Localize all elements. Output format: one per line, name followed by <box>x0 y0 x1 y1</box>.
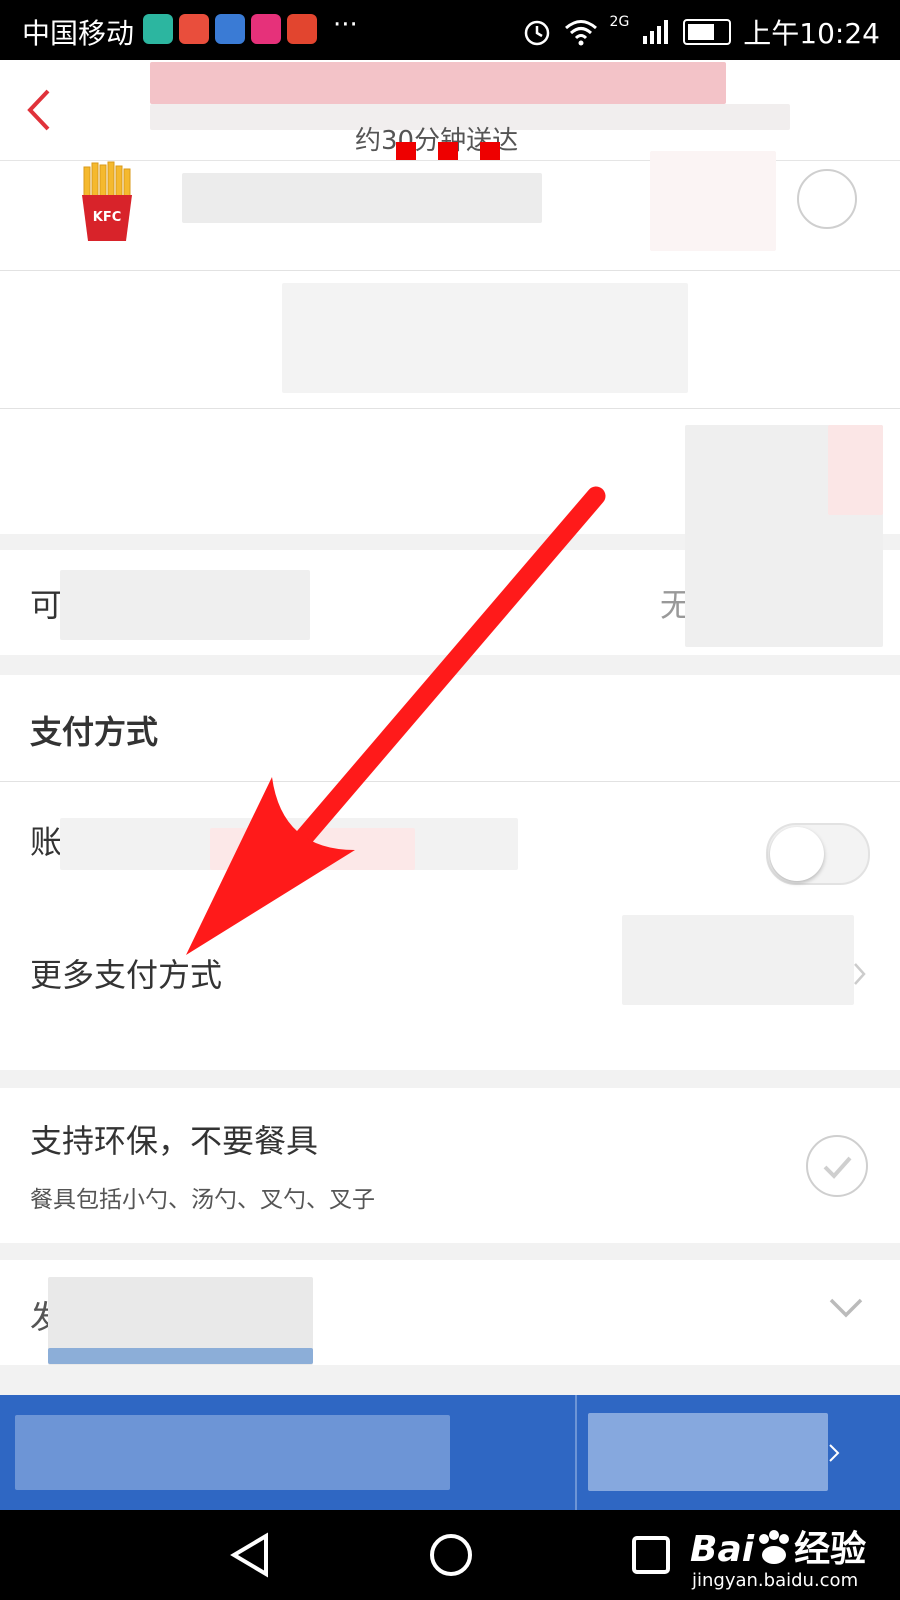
account-balance-accent-blurred <box>210 828 415 870</box>
eco-section[interactable]: 支持环保，不要餐具 餐具包括小勺、汤勺、叉勺、叉子 <box>0 1088 900 1243</box>
back-button[interactable] <box>20 85 60 135</box>
payment-section-title: 支付方式 <box>30 713 159 751</box>
right-accent-blurred <box>828 425 883 515</box>
toggle-knob <box>770 827 824 881</box>
clock-label: 上午10:24 <box>743 17 880 50</box>
payment-section: 支付方式 账 更多支付方式 <box>0 675 900 1070</box>
watermark-brand: Bai <box>690 1529 755 1570</box>
status-bar: 中国移动 ··· 2G 上午10:24 <box>0 0 900 60</box>
invoice-underline-blurred <box>48 1348 313 1364</box>
chat-app-icon <box>215 14 245 44</box>
item-name-blurred <box>182 173 542 223</box>
paw-icon <box>759 1530 790 1564</box>
kfc-fries-icon: KFC <box>82 161 132 241</box>
check-circle-icon[interactable] <box>805 1134 869 1198</box>
bar-divider <box>575 1395 577 1510</box>
system-nav-bar: Bai 经验 jingyan.baidu.com <box>0 1510 900 1600</box>
order-total-blurred <box>15 1415 450 1490</box>
submit-button-blurred[interactable] <box>588 1413 828 1491</box>
more-notifications-icon: ··· <box>333 10 358 40</box>
discount-text-blurred <box>60 570 310 640</box>
info-content-blurred <box>282 283 688 393</box>
carrier-label: 中国移动 <box>22 17 135 50</box>
svg-text:KFC: KFC <box>93 210 122 225</box>
watermark-logo: Bai 经验 <box>690 1520 866 1572</box>
loading-indicator <box>396 142 500 160</box>
info-row-blurred <box>0 271 900 409</box>
chevron-right-icon <box>854 963 866 985</box>
more-payment-label: 更多支付方式 <box>30 956 223 994</box>
account-balance-label: 账 <box>30 823 63 861</box>
video-app-icon <box>251 14 281 44</box>
network-type-label: 2G <box>609 14 630 30</box>
more-payment-info-blurred <box>622 915 854 1005</box>
nav-home-icon[interactable] <box>428 1532 474 1578</box>
chevron-down-icon <box>829 1298 863 1318</box>
watermark-url: jingyan.baidu.com <box>692 1570 859 1591</box>
submit-chevron-icon <box>829 1444 840 1462</box>
watermark-suffix: 经验 <box>794 1529 867 1570</box>
order-item-row: KFC <box>0 151 900 271</box>
more-payment-row[interactable]: 更多支付方式 <box>0 910 900 1040</box>
nav-back-icon[interactable] <box>228 1532 272 1578</box>
item-price-blurred <box>650 151 776 251</box>
map-app-icon <box>179 14 209 44</box>
nav-recent-icon[interactable] <box>630 1534 672 1576</box>
eco-description: 餐具包括小勺、汤勺、叉勺、叉子 <box>30 1187 375 1213</box>
store-name-blurred <box>150 62 726 104</box>
status-right: 2G 上午10:24 <box>522 12 880 52</box>
item-select-radio[interactable] <box>797 169 857 229</box>
discount-label: 可 <box>30 586 63 624</box>
alarm-icon <box>524 20 549 46</box>
page-header: 约30分钟送达 <box>0 60 900 161</box>
battery-icon <box>683 19 732 45</box>
notification-app-icons <box>143 14 317 44</box>
eco-title: 支持环保，不要餐具 <box>30 1122 319 1160</box>
signal-icon <box>643 20 669 44</box>
meituan-app-icon <box>143 14 173 44</box>
account-balance-toggle[interactable] <box>766 823 870 885</box>
wifi-icon <box>564 20 597 46</box>
media-app-icon <box>287 14 317 44</box>
order-submit-bar <box>0 1395 900 1510</box>
invoice-row[interactable]: 发 <box>0 1260 900 1365</box>
